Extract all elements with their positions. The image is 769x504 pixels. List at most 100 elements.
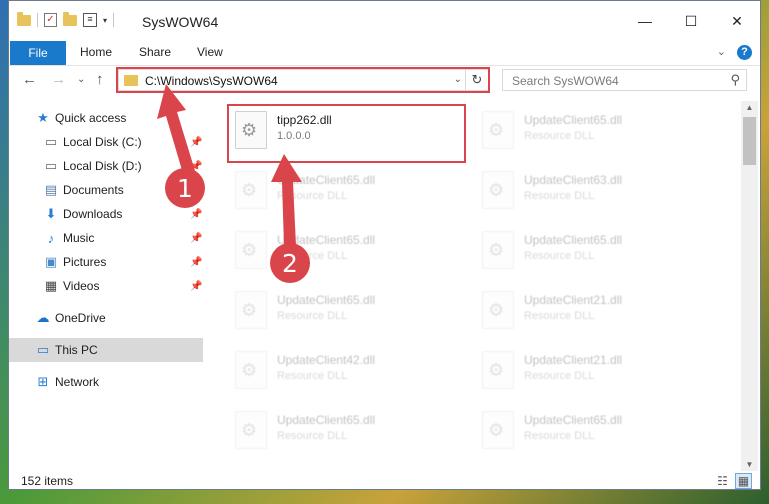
- file-item[interactable]: UpdateClient65.dll Resource DLL: [476, 405, 716, 457]
- file-description: Resource DLL: [524, 130, 595, 142]
- back-button[interactable]: ←: [22, 71, 37, 88]
- scrollbar-thumb[interactable]: [743, 117, 756, 165]
- file-description: Resource DLL: [277, 370, 348, 382]
- videos-icon: ▦: [44, 278, 58, 293]
- file-name: UpdateClient65.dll: [524, 413, 623, 427]
- customize-toolbar-chevron-icon[interactable]: ▾: [103, 16, 107, 25]
- title-bar: ✓ ≡ ▾ SysWOW64 — ☐ ✕: [9, 1, 760, 41]
- toolbar-divider: [113, 13, 115, 27]
- sidebar-item-label: OneDrive: [55, 311, 106, 325]
- dll-file-icon: [482, 231, 514, 269]
- scroll-down-arrow-icon[interactable]: ▼: [741, 460, 758, 469]
- dll-file-icon: [235, 411, 267, 449]
- drive-icon: ▭: [44, 158, 58, 173]
- dll-file-icon: [235, 291, 267, 329]
- documents-icon: ▤: [44, 182, 58, 197]
- sidebar-item-downloads[interactable]: ⬇ Downloads 📌: [9, 202, 203, 226]
- close-button[interactable]: ✕: [714, 1, 760, 41]
- sidebar-item-label: Downloads: [63, 207, 123, 221]
- window-title: SysWOW64: [142, 14, 219, 30]
- up-button[interactable]: ↑: [96, 71, 104, 88]
- file-name: UpdateClient65.dll: [524, 113, 623, 127]
- new-folder-icon[interactable]: [63, 11, 77, 26]
- file-item[interactable]: UpdateClient65.dll Resource DLL: [229, 405, 469, 457]
- search-input[interactable]: Search SysWOW64: [512, 74, 619, 88]
- quick-access-toolbar: ✓ ≡ ▾: [17, 11, 115, 27]
- pin-icon[interactable]: 📌: [190, 257, 202, 268]
- expand-ribbon-chevron-icon[interactable]: ⌄: [717, 45, 726, 58]
- file-description: Resource DLL: [277, 310, 348, 322]
- search-box[interactable]: Search SysWOW64 ⚲: [502, 69, 747, 91]
- file-item[interactable]: UpdateClient65.dll Resource DLL: [476, 105, 716, 157]
- sidebar-item-label: Local Disk (C:): [63, 135, 142, 149]
- file-name: UpdateClient21.dll: [524, 353, 623, 367]
- sidebar-item-label: Videos: [63, 279, 100, 293]
- properties-check-icon[interactable]: ✓: [44, 13, 57, 27]
- help-icon[interactable]: ?: [737, 45, 752, 60]
- item-count: 152 items: [21, 474, 74, 488]
- forward-button[interactable]: →: [51, 71, 66, 88]
- recent-locations-chevron-icon[interactable]: ⌄: [77, 74, 85, 85]
- ribbon-tabs: File Home Share View ⌄ ?: [9, 41, 760, 66]
- dll-file-icon: [482, 351, 514, 389]
- file-item[interactable]: UpdateClient65.dll Resource DLL: [476, 225, 716, 277]
- sidebar-item-label: Documents: [63, 183, 124, 197]
- file-item[interactable]: UpdateClient42.dll Resource DLL: [229, 345, 469, 397]
- sidebar-item-label: Local Disk (D:): [63, 159, 142, 173]
- cloud-icon: ☁: [36, 310, 50, 325]
- dll-file-icon: [482, 171, 514, 209]
- file-name: UpdateClient63.dll: [524, 173, 623, 187]
- pin-icon[interactable]: 📌: [190, 209, 202, 220]
- star-icon: ★: [37, 110, 49, 125]
- sidebar-item-videos[interactable]: ▦ Videos 📌: [9, 274, 203, 298]
- dll-file-icon: [482, 111, 514, 149]
- drive-icon: ▭: [44, 134, 58, 149]
- file-description: Resource DLL: [524, 250, 595, 262]
- sidebar-item-onedrive[interactable]: ☁ OneDrive: [9, 306, 203, 330]
- minimize-button[interactable]: —: [622, 1, 668, 41]
- sidebar-item-music[interactable]: ♪ Music 📌: [9, 226, 203, 250]
- pictures-icon: ▣: [44, 254, 58, 269]
- file-description: Resource DLL: [524, 190, 595, 202]
- music-icon: ♪: [47, 230, 55, 246]
- sidebar-item-network[interactable]: ⊞ Network: [9, 370, 203, 394]
- tab-view[interactable]: View: [197, 45, 223, 59]
- tab-share[interactable]: Share: [139, 45, 171, 59]
- sidebar-item-label: This PC: [55, 343, 98, 357]
- computer-icon: ▭: [36, 342, 50, 357]
- maximize-button[interactable]: ☐: [668, 1, 714, 41]
- file-name: UpdateClient65.dll: [524, 233, 623, 247]
- tab-file[interactable]: File: [10, 41, 66, 65]
- file-item[interactable]: UpdateClient65.dll Resource DLL: [229, 285, 469, 337]
- file-description: Resource DLL: [524, 430, 595, 442]
- file-name: UpdateClient65.dll: [277, 293, 376, 307]
- file-name: UpdateClient42.dll: [277, 353, 376, 367]
- file-item[interactable]: UpdateClient21.dll Resource DLL: [476, 285, 716, 337]
- properties-icon[interactable]: ≡: [83, 13, 97, 27]
- details-view-icon[interactable]: ☷: [714, 473, 731, 489]
- network-icon: ⊞: [37, 374, 49, 389]
- file-item[interactable]: UpdateClient21.dll Resource DLL: [476, 345, 716, 397]
- tiles-view-icon[interactable]: ▦: [735, 473, 752, 489]
- sidebar-item-this-pc[interactable]: ▭ This PC: [9, 338, 203, 362]
- pin-icon[interactable]: 📌: [190, 233, 202, 244]
- tab-home[interactable]: Home: [80, 45, 112, 59]
- toolbar-divider: [37, 13, 38, 27]
- dll-file-icon: [235, 351, 267, 389]
- callout-badge-2: 2: [270, 243, 310, 283]
- dll-file-icon: [482, 411, 514, 449]
- dll-file-icon: [482, 291, 514, 329]
- scroll-up-arrow-icon[interactable]: ▲: [741, 103, 758, 112]
- callout-badge-1: 1: [165, 168, 205, 208]
- sidebar-item-pictures[interactable]: ▣ Pictures 📌: [9, 250, 203, 274]
- file-name: UpdateClient21.dll: [524, 293, 623, 307]
- sidebar-item-label: Quick access: [55, 111, 127, 125]
- folder-icon: [17, 11, 31, 26]
- vertical-scrollbar[interactable]: ▲ ▼: [741, 101, 758, 471]
- file-item[interactable]: UpdateClient63.dll Resource DLL: [476, 165, 716, 217]
- search-icon[interactable]: ⚲: [730, 72, 740, 88]
- pin-icon[interactable]: 📌: [190, 281, 202, 292]
- sidebar-item-label: Network: [55, 375, 100, 389]
- status-bar: 152 items ☷ ▦: [9, 471, 760, 491]
- view-toggle: ☷ ▦: [714, 473, 752, 489]
